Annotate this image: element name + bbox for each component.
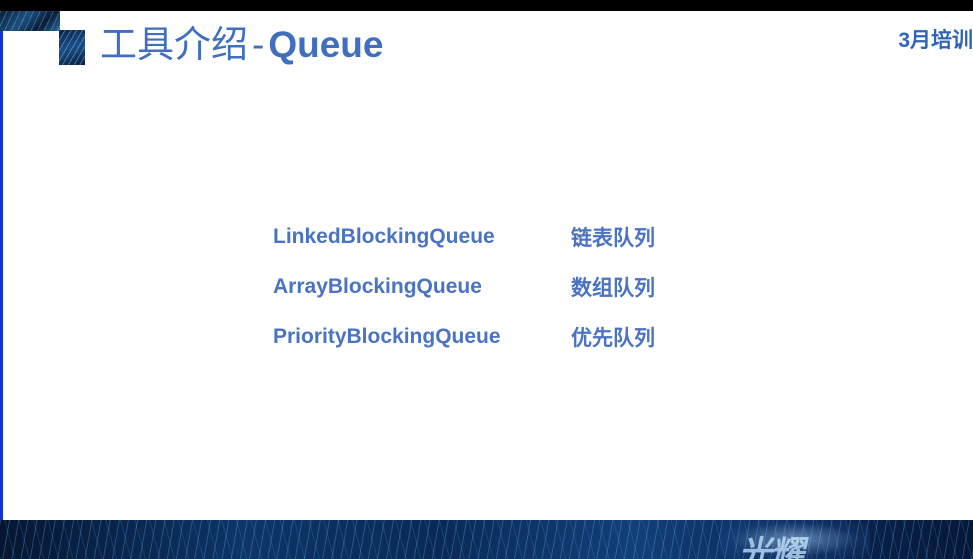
queue-row: PriorityBlockingQueue 优先队列 [273,312,655,362]
queue-description: 数组队列 [571,277,655,300]
bottom-banner-image: 光耀 [0,520,973,559]
queue-name: ArrayBlockingQueue [273,275,482,298]
queue-description: 优先队列 [571,327,655,350]
title-separator: - [252,24,265,65]
title-keyword: Queue [268,24,384,65]
queue-description: 链表队列 [571,227,655,250]
queue-list: LinkedBlockingQueue 链表队列 ArrayBlockingQu… [273,212,655,362]
training-badge: 3月培训 [898,29,973,52]
queue-row: LinkedBlockingQueue 链表队列 [273,212,655,262]
title-square-icon [59,30,85,65]
title-main-text: 工具介绍 [100,24,248,65]
banner-watermark-logo: 光耀 [737,535,810,559]
queue-row: ArrayBlockingQueue 数组队列 [273,262,655,312]
presentation-stage: 工具介绍 - Queue 3月培训 LinkedBlockingQueue 链表队列… [0,0,973,559]
queue-name: LinkedBlockingQueue [273,225,495,248]
corner-decoration-image [0,11,60,31]
queue-name: PriorityBlockingQueue [273,325,501,348]
page-title: 工具介绍 - Queue [100,22,383,68]
left-edge-line [0,11,3,520]
